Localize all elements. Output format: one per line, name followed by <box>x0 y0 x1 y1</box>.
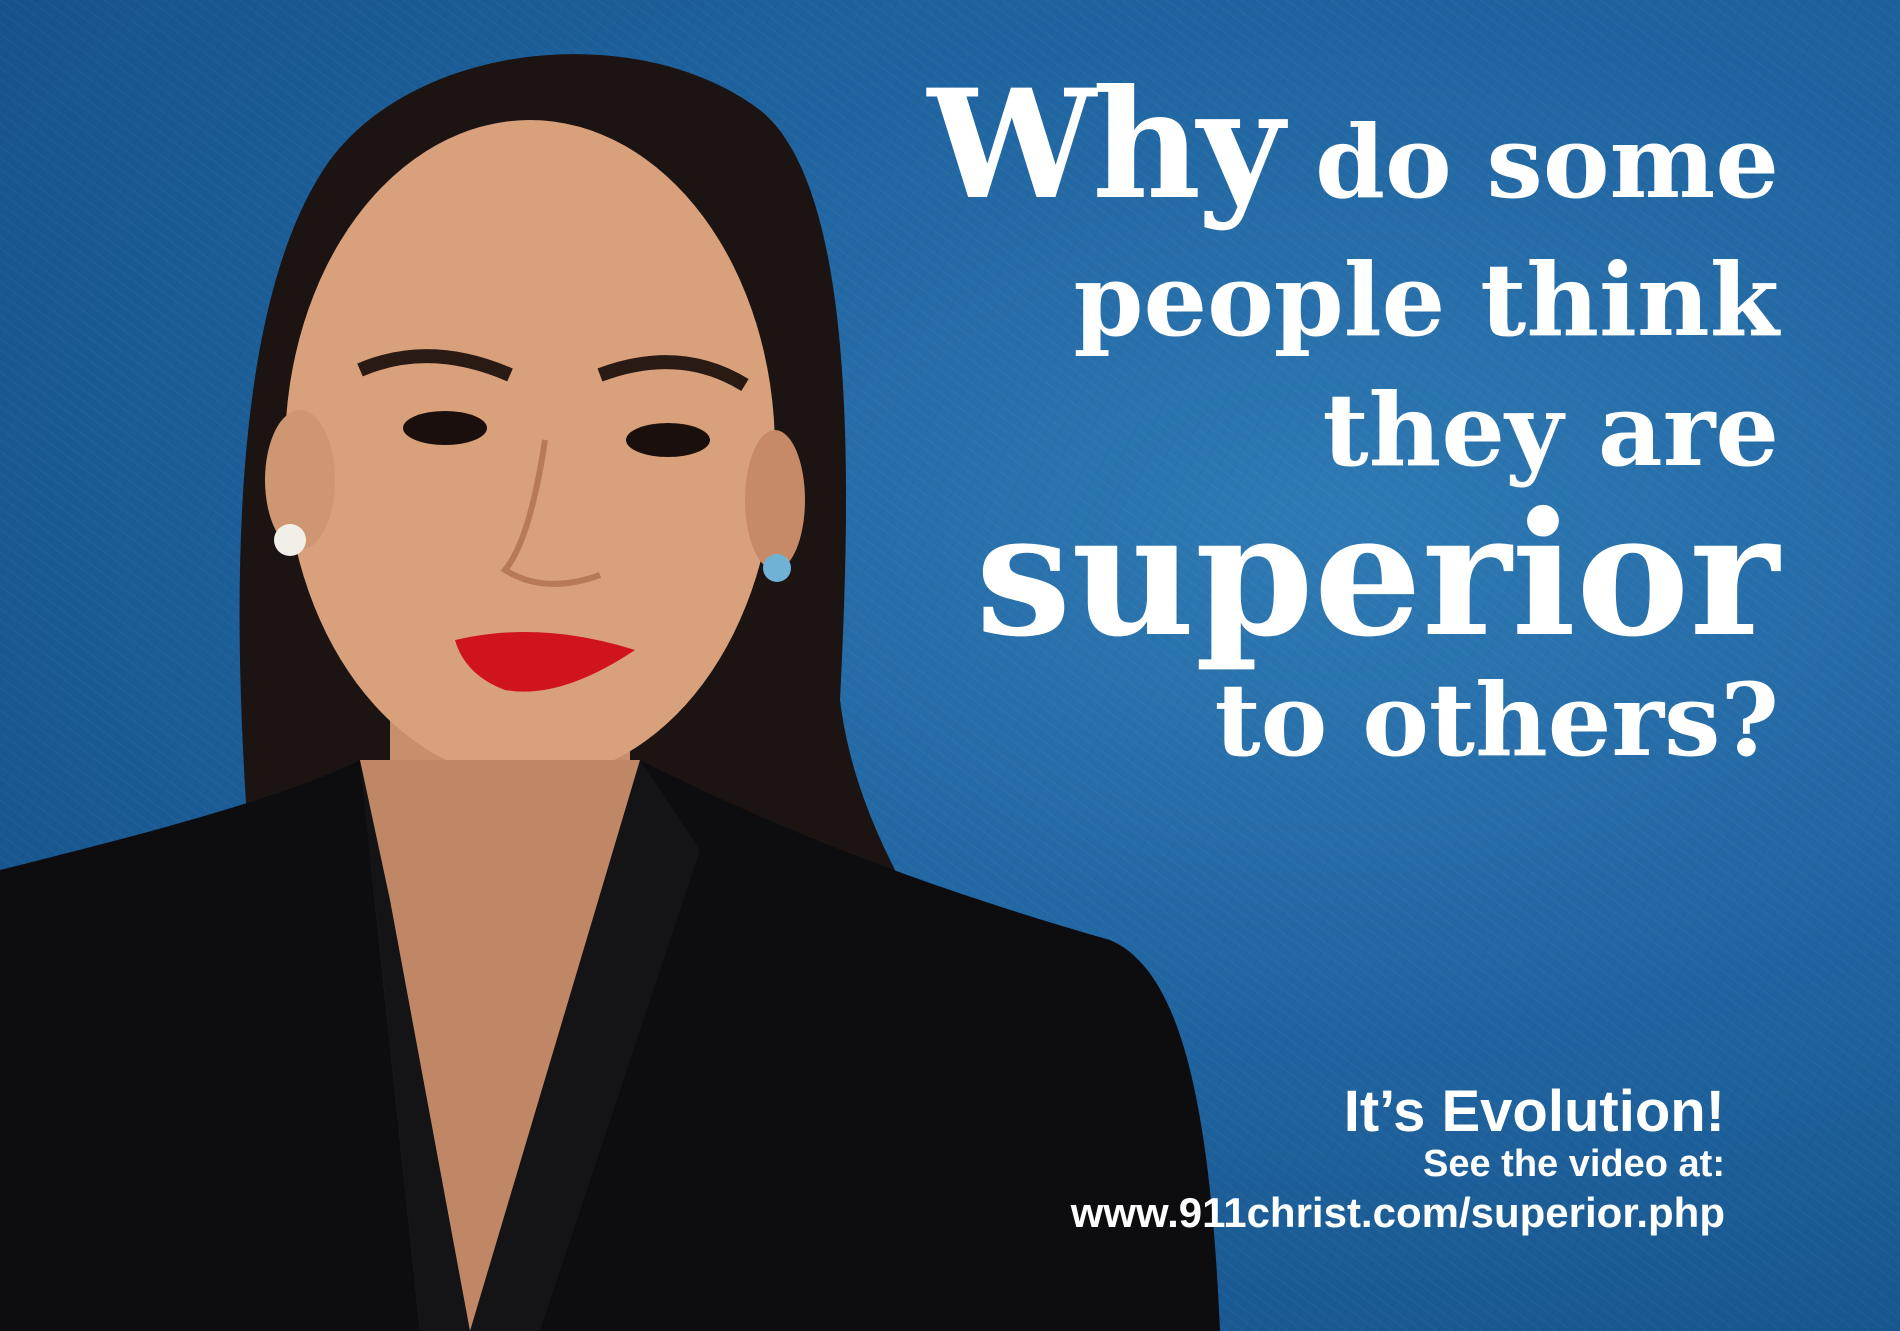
headline-line2: people think <box>1073 241 1779 359</box>
video-prompt: See the video at: <box>1423 1142 1725 1185</box>
headline-why: Why <box>927 57 1285 233</box>
headline: Why do some people think they are superi… <box>928 70 1779 770</box>
eye-right <box>626 423 710 457</box>
earring-left <box>274 524 306 556</box>
video-url: www.911christ.com/superior.php <box>1070 1188 1725 1236</box>
headline-line1: do some <box>1280 103 1779 221</box>
headline-line4: superior <box>975 475 1779 675</box>
headline-line3: they are <box>1322 371 1779 489</box>
headline-line1-text: do some <box>1315 103 1779 221</box>
ear-right <box>745 430 805 570</box>
eye-left <box>403 411 487 445</box>
headline-line5: to others? <box>1214 661 1779 779</box>
tagline: It’s Evolution! <box>1343 1079 1725 1144</box>
footer-text: It’s Evolution! See the video at: www.91… <box>1071 1080 1725 1236</box>
earring-right <box>763 554 791 582</box>
